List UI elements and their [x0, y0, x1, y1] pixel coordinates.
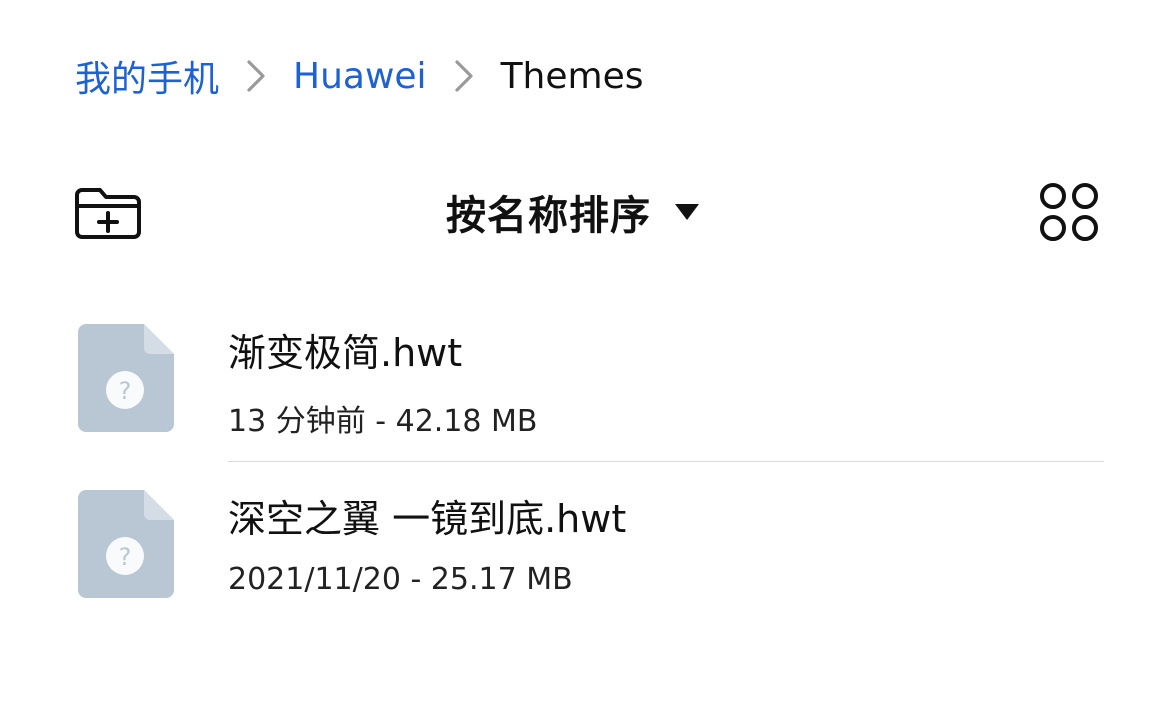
unknown-file-icon: ?	[78, 490, 174, 598]
breadcrumb-item-themes: Themes	[500, 55, 644, 97]
svg-text:?: ?	[119, 543, 132, 571]
divider	[228, 461, 1104, 462]
new-folder-button[interactable]	[72, 180, 144, 244]
file-meta: 2021/11/20 - 25.17 MB	[228, 562, 573, 597]
unknown-file-icon: ?	[78, 324, 174, 432]
toolbar: 按名称排序	[0, 170, 1176, 254]
sort-label: 按名称排序	[446, 193, 651, 239]
breadcrumb-item-huawei[interactable]: Huawei	[293, 56, 427, 97]
file-list: ? 渐变极简.hwt 13 分钟前 - 42.18 MB ? 深空之翼 一镜到底…	[0, 300, 1176, 632]
view-toggle-button[interactable]	[1036, 180, 1102, 244]
chevron-right-icon	[219, 58, 293, 94]
breadcrumb-item-my-phone[interactable]: 我的手机	[75, 50, 219, 102]
grid-view-icon	[1040, 183, 1098, 241]
breadcrumb: 我的手机 Huawei Themes	[75, 48, 644, 104]
sort-dropdown[interactable]: 按名称排序	[446, 182, 701, 242]
file-name: 深空之翼 一镜到底.hwt	[228, 497, 627, 541]
folder-plus-icon	[75, 188, 141, 239]
file-meta: 13 分钟前 - 42.18 MB	[228, 404, 538, 439]
list-item[interactable]: ? 深空之翼 一镜到底.hwt 2021/11/20 - 25.17 MB	[0, 466, 1176, 632]
list-item[interactable]: ? 渐变极简.hwt 13 分钟前 - 42.18 MB	[0, 300, 1176, 466]
caret-down-icon	[673, 202, 701, 222]
svg-text:?: ?	[119, 377, 132, 405]
chevron-right-icon	[427, 58, 501, 94]
file-name: 渐变极简.hwt	[228, 331, 463, 375]
